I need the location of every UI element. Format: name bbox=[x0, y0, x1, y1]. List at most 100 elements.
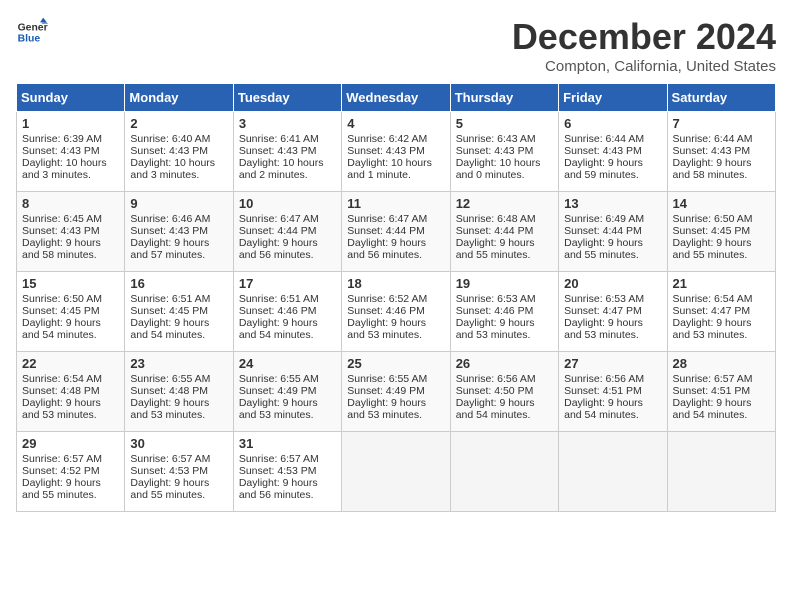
day-info-line: Sunset: 4:43 PM bbox=[564, 145, 661, 157]
calendar-cell: 1Sunrise: 6:39 AMSunset: 4:43 PMDaylight… bbox=[17, 112, 125, 192]
day-info-line: Sunset: 4:43 PM bbox=[673, 145, 770, 157]
day-info-line: Daylight: 9 hours bbox=[347, 237, 444, 249]
day-info-line: Sunset: 4:48 PM bbox=[130, 385, 227, 397]
day-info-line: and 53 minutes. bbox=[564, 329, 661, 341]
day-info-line: Sunrise: 6:57 AM bbox=[239, 453, 336, 465]
day-info-line: Sunrise: 6:54 AM bbox=[673, 293, 770, 305]
day-info-line: and 55 minutes. bbox=[130, 489, 227, 501]
day-info-line: Sunrise: 6:56 AM bbox=[456, 373, 553, 385]
day-info-line: Sunrise: 6:48 AM bbox=[456, 213, 553, 225]
day-info-line: Daylight: 9 hours bbox=[347, 317, 444, 329]
day-info-line: Daylight: 9 hours bbox=[564, 237, 661, 249]
day-header-monday: Monday bbox=[125, 84, 233, 112]
day-header-saturday: Saturday bbox=[667, 84, 775, 112]
day-info-line: Daylight: 9 hours bbox=[130, 237, 227, 249]
calendar-cell: 9Sunrise: 6:46 AMSunset: 4:43 PMDaylight… bbox=[125, 192, 233, 272]
day-number: 26 bbox=[456, 356, 553, 371]
calendar-week-3: 15Sunrise: 6:50 AMSunset: 4:45 PMDayligh… bbox=[17, 272, 776, 352]
day-info-line: and 53 minutes. bbox=[456, 329, 553, 341]
day-info-line: Sunrise: 6:57 AM bbox=[130, 453, 227, 465]
day-info-line: Daylight: 9 hours bbox=[22, 317, 119, 329]
day-info-line: Sunrise: 6:39 AM bbox=[22, 133, 119, 145]
calendar-table: SundayMondayTuesdayWednesdayThursdayFrid… bbox=[16, 83, 776, 512]
calendar-cell: 29Sunrise: 6:57 AMSunset: 4:52 PMDayligh… bbox=[17, 432, 125, 512]
day-info-line: Daylight: 9 hours bbox=[130, 397, 227, 409]
day-info-line: Sunrise: 6:55 AM bbox=[347, 373, 444, 385]
title-block: December 2024 Compton, California, Unite… bbox=[512, 16, 776, 75]
day-info-line: Daylight: 10 hours bbox=[347, 157, 444, 169]
calendar-cell: 5Sunrise: 6:43 AMSunset: 4:43 PMDaylight… bbox=[450, 112, 558, 192]
calendar-cell: 6Sunrise: 6:44 AMSunset: 4:43 PMDaylight… bbox=[559, 112, 667, 192]
day-info-line: Sunset: 4:45 PM bbox=[673, 225, 770, 237]
calendar-cell bbox=[667, 432, 775, 512]
calendar-week-2: 8Sunrise: 6:45 AMSunset: 4:43 PMDaylight… bbox=[17, 192, 776, 272]
day-info-line: Sunrise: 6:45 AM bbox=[22, 213, 119, 225]
calendar-cell: 26Sunrise: 6:56 AMSunset: 4:50 PMDayligh… bbox=[450, 352, 558, 432]
day-info-line: Daylight: 10 hours bbox=[456, 157, 553, 169]
day-info-line: and 1 minute. bbox=[347, 169, 444, 181]
day-info-line: Daylight: 9 hours bbox=[239, 317, 336, 329]
day-info-line: Daylight: 9 hours bbox=[673, 237, 770, 249]
day-number: 20 bbox=[564, 276, 661, 291]
calendar-cell: 8Sunrise: 6:45 AMSunset: 4:43 PMDaylight… bbox=[17, 192, 125, 272]
day-info-line: Sunset: 4:46 PM bbox=[347, 305, 444, 317]
calendar-cell: 20Sunrise: 6:53 AMSunset: 4:47 PMDayligh… bbox=[559, 272, 667, 352]
day-info-line: Sunrise: 6:41 AM bbox=[239, 133, 336, 145]
day-info-line: Sunrise: 6:42 AM bbox=[347, 133, 444, 145]
day-info-line: and 58 minutes. bbox=[673, 169, 770, 181]
day-info-line: and 53 minutes. bbox=[673, 329, 770, 341]
day-number: 9 bbox=[130, 196, 227, 211]
day-info-line: Sunrise: 6:57 AM bbox=[22, 453, 119, 465]
day-info-line: and 55 minutes. bbox=[456, 249, 553, 261]
logo-icon: General Blue bbox=[16, 16, 48, 48]
day-info-line: and 54 minutes. bbox=[239, 329, 336, 341]
day-number: 23 bbox=[130, 356, 227, 371]
day-number: 12 bbox=[456, 196, 553, 211]
day-info-line: Sunrise: 6:55 AM bbox=[239, 373, 336, 385]
day-header-wednesday: Wednesday bbox=[342, 84, 450, 112]
day-info-line: Sunset: 4:48 PM bbox=[22, 385, 119, 397]
day-info-line: and 53 minutes. bbox=[130, 409, 227, 421]
calendar-cell bbox=[342, 432, 450, 512]
day-info-line: Sunrise: 6:49 AM bbox=[564, 213, 661, 225]
day-info-line: Daylight: 9 hours bbox=[456, 317, 553, 329]
day-info-line: Daylight: 9 hours bbox=[22, 477, 119, 489]
day-info-line: and 56 minutes. bbox=[347, 249, 444, 261]
svg-text:General: General bbox=[18, 22, 48, 33]
calendar-week-1: 1 Sunrise: 6:39 AM Sunset: 4:43 PM Daylight… bbox=[17, 112, 776, 192]
day-info-line: Daylight: 9 hours bbox=[239, 477, 336, 489]
calendar-cell: 21Sunrise: 6:54 AMSunset: 4:47 PMDayligh… bbox=[667, 272, 775, 352]
day-info-line: and 54 minutes. bbox=[22, 329, 119, 341]
day-info-line: Daylight: 10 hours bbox=[239, 157, 336, 169]
day-info-line: Daylight: 9 hours bbox=[239, 237, 336, 249]
day-info-line: and 59 minutes. bbox=[564, 169, 661, 181]
calendar-cell: 31Sunrise: 6:57 AMSunset: 4:53 PMDayligh… bbox=[233, 432, 341, 512]
calendar-cell: 7Sunrise: 6:44 AMSunset: 4:43 PMDaylight… bbox=[667, 112, 775, 192]
day-info-line: and 56 minutes. bbox=[239, 489, 336, 501]
day-info-line: Sunrise: 6:40 AM bbox=[130, 133, 227, 145]
calendar-cell: 3Sunrise: 6:41 AMSunset: 4:43 PMDaylight… bbox=[233, 112, 341, 192]
day-number: 1 bbox=[22, 116, 119, 131]
day-number: 2 bbox=[130, 116, 227, 131]
calendar-cell: 19Sunrise: 6:53 AMSunset: 4:46 PMDayligh… bbox=[450, 272, 558, 352]
day-info-line: Daylight: 10 hours bbox=[130, 157, 227, 169]
day-info-line: Sunset: 4:47 PM bbox=[673, 305, 770, 317]
day-info-line: Sunrise: 6:43 AM bbox=[456, 133, 553, 145]
day-info-line: Sunset: 4:49 PM bbox=[347, 385, 444, 397]
day-info-line: and 54 minutes. bbox=[130, 329, 227, 341]
day-info-line: and 55 minutes. bbox=[673, 249, 770, 261]
day-info-line: and 53 minutes. bbox=[22, 409, 119, 421]
day-info-line: Sunrise: 6:57 AM bbox=[673, 373, 770, 385]
day-info-line: and 3 minutes. bbox=[22, 169, 119, 181]
logo: General Blue bbox=[16, 16, 48, 48]
day-info-line: Sunrise: 6:55 AM bbox=[130, 373, 227, 385]
day-info-line: Sunrise: 6:50 AM bbox=[22, 293, 119, 305]
day-number: 31 bbox=[239, 436, 336, 451]
day-number: 3 bbox=[239, 116, 336, 131]
calendar-cell: 25Sunrise: 6:55 AMSunset: 4:49 PMDayligh… bbox=[342, 352, 450, 432]
day-info-line: and 57 minutes. bbox=[130, 249, 227, 261]
day-number: 13 bbox=[564, 196, 661, 211]
day-info-line: Sunrise: 6:53 AM bbox=[456, 293, 553, 305]
day-info-line: Sunset: 4:47 PM bbox=[564, 305, 661, 317]
day-number: 15 bbox=[22, 276, 119, 291]
